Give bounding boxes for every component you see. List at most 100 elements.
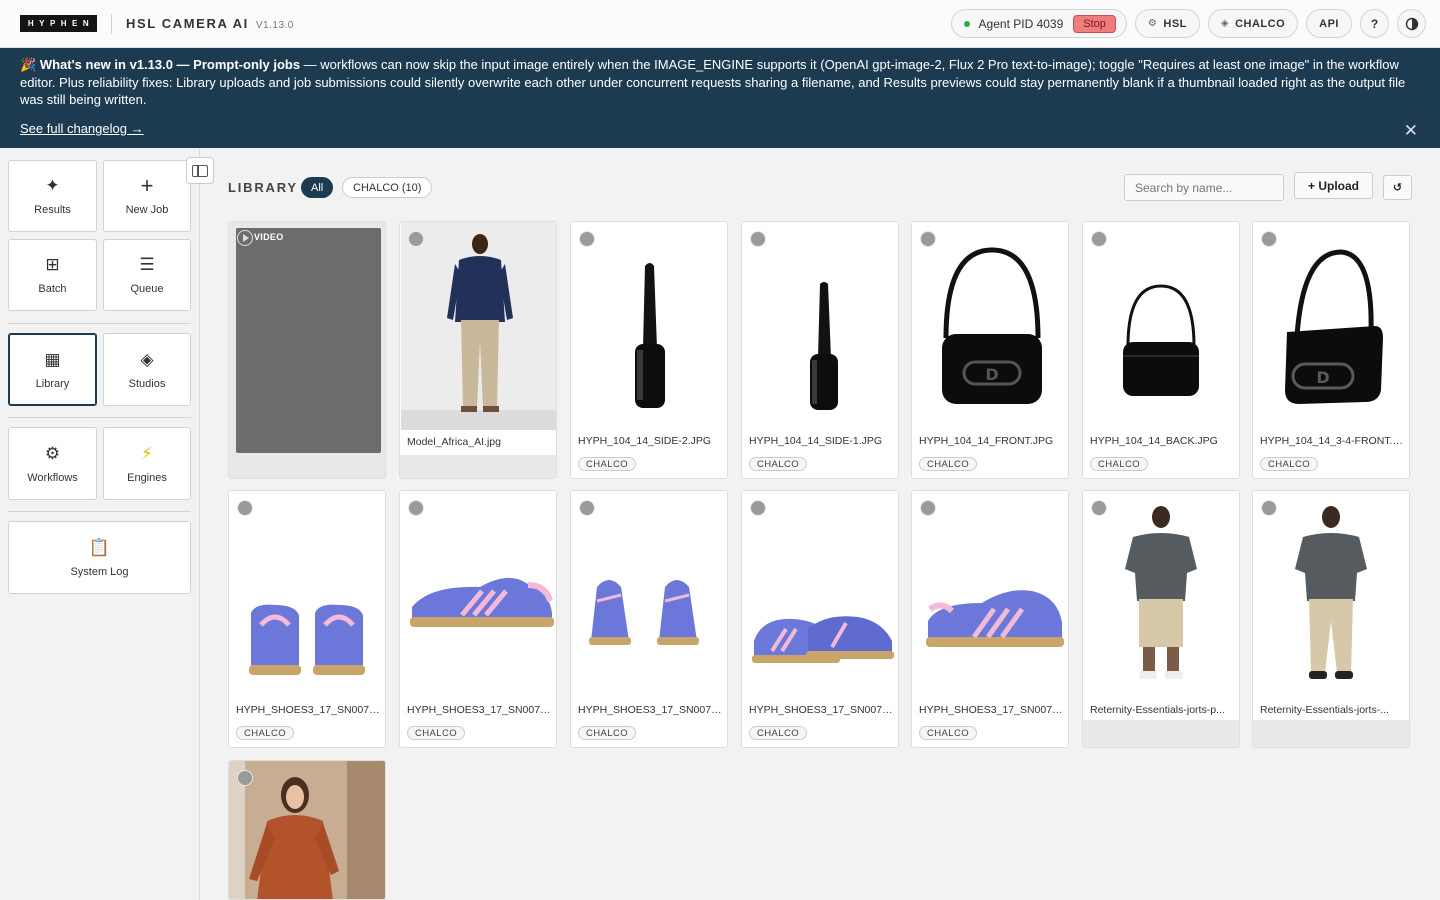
party-icon: 🎉: [20, 57, 37, 72]
library-card[interactable]: HYPH_SHOES3_17_SN0074... CHALCO: [911, 490, 1069, 748]
svg-text:D: D: [985, 365, 998, 384]
library-card[interactable]: HYPH_SHOES3_17_SN0074... CHALCO: [570, 490, 728, 748]
library-card[interactable]: [228, 760, 386, 900]
file-name: HYPH_SHOES3_17_SN0074...: [578, 704, 723, 716]
nav-divider: [8, 511, 191, 512]
top-bar: HYPHEN HSL CAMERA AI V1.13.0 Agent PID 40…: [0, 0, 1440, 48]
select-checkbox[interactable]: [920, 231, 936, 247]
select-checkbox[interactable]: [408, 231, 424, 247]
library-card[interactable]: VIDEO: [228, 221, 386, 479]
whats-new-banner: 🎉 What's new in v1.13.0 — Prompt-only jo…: [0, 48, 1440, 148]
select-checkbox[interactable]: [750, 231, 766, 247]
filter-chalco-chip[interactable]: CHALCO (10): [342, 177, 433, 198]
file-name: Reternity-Essentials-jorts-p...: [1090, 704, 1225, 716]
agent-status-pill: Agent PID 4039 Stop: [950, 9, 1127, 38]
thumbnail: [571, 222, 727, 430]
help-button[interactable]: ?: [1360, 9, 1389, 38]
nav-workflows[interactable]: ⚙ Workflows: [8, 427, 97, 500]
select-checkbox[interactable]: [237, 500, 253, 516]
close-icon[interactable]: ✕: [1404, 121, 1418, 141]
select-checkbox[interactable]: [579, 231, 595, 247]
nav-new-job[interactable]: + New Job: [103, 160, 191, 232]
workspace-tag: CHALCO: [1260, 457, 1318, 471]
thumbnail: D: [1253, 222, 1409, 430]
library-card[interactable]: D HYPH_104_14_3-4-FRONT.JPG CHALCO: [1252, 221, 1410, 479]
library-card[interactable]: Reternity-Essentials-jorts-...: [1252, 490, 1410, 748]
select-checkbox[interactable]: [408, 500, 424, 516]
bag-back-image: [1123, 284, 1199, 396]
file-name: Reternity-Essentials-jorts-...: [1260, 704, 1389, 716]
bag-side-image: [810, 282, 838, 410]
select-checkbox[interactable]: [237, 770, 253, 786]
api-pill[interactable]: API: [1306, 9, 1352, 38]
nav-engines[interactable]: ⚡ Engines: [103, 427, 191, 500]
banner-text: 🎉 What's new in v1.13.0 — Prompt-only jo…: [20, 56, 1420, 109]
thumbnail: [571, 491, 727, 699]
select-checkbox[interactable]: [920, 500, 936, 516]
play-icon: [237, 230, 253, 246]
library-card[interactable]: HYPH_SHOES3_17_SN0074... CHALCO: [228, 490, 386, 748]
diamond-icon: ◈: [1220, 18, 1230, 29]
workspace-tag: CHALCO: [578, 726, 636, 740]
nav-label: System Log: [70, 565, 129, 578]
man-tee-image: [1295, 506, 1367, 679]
nav-divider: [8, 323, 191, 324]
library-card[interactable]: Model_Africa_AI.jpg: [399, 221, 557, 479]
plus-icon: +: [140, 173, 154, 198]
nav-system-log[interactable]: 📋 System Log: [8, 521, 191, 594]
file-name: Model_Africa_AI.jpg: [407, 436, 501, 448]
nav-label: Results: [34, 204, 71, 216]
theme-toggle-button[interactable]: [1397, 9, 1426, 38]
agent-status-text: Agent PID 4039: [978, 16, 1064, 31]
library-card[interactable]: HYPH_SHOES3_17_SN0074... CHALCO: [741, 490, 899, 748]
library-card[interactable]: HYPH_104_14_SIDE-2.JPG CHALCO: [570, 221, 728, 479]
thumbnail: [742, 222, 898, 430]
workspace-tag: CHALCO: [236, 726, 294, 740]
file-name: HYPH_SHOES3_17_SN0074...: [407, 704, 552, 716]
hyphen-logo[interactable]: HYPHEN: [20, 15, 97, 32]
select-checkbox[interactable]: [579, 500, 595, 516]
nav-label: Studios: [128, 377, 166, 390]
sparkle-icon: ✦: [45, 176, 60, 195]
shoe-side-image: [410, 577, 554, 627]
model-man-image: [401, 222, 556, 430]
stop-agent-button[interactable]: Stop: [1073, 14, 1116, 33]
grid-icon: ⊞: [45, 255, 60, 274]
select-checkbox[interactable]: [750, 500, 766, 516]
select-checkbox[interactable]: [1091, 500, 1107, 516]
library-card[interactable]: Reternity-Essentials-jorts-p...: [1082, 490, 1240, 748]
app-name: HSL CAMERA AI: [126, 16, 249, 31]
collapse-sidebar-button[interactable]: [186, 157, 214, 184]
search-input[interactable]: [1124, 174, 1284, 201]
thumbnail: [742, 491, 898, 699]
top-right-controls: Agent PID 4039 Stop ⚙ HSL ◈ CHALCO API ?: [950, 9, 1426, 38]
library-grid-icon: ▦: [44, 349, 61, 369]
select-checkbox[interactable]: [1091, 231, 1107, 247]
nav-library[interactable]: ▦ Library: [8, 333, 97, 406]
workspace-tag: CHALCO: [749, 726, 807, 740]
nav-batch[interactable]: ⊞ Batch: [8, 239, 97, 311]
library-card[interactable]: HYPH_104_14_SIDE-1.JPG CHALCO: [741, 221, 899, 479]
chalco-label: CHALCO: [1235, 17, 1286, 30]
nav-results[interactable]: ✦ Results: [8, 160, 97, 232]
library-card[interactable]: HYPH_104_14_BACK.JPG CHALCO: [1082, 221, 1240, 479]
thumbnail: [229, 761, 385, 899]
nav-studios[interactable]: ◈ Studios: [103, 333, 191, 406]
upload-button[interactable]: + Upload: [1294, 172, 1373, 199]
refresh-button[interactable]: ↺: [1383, 175, 1412, 200]
shoes-front-image: [589, 580, 699, 645]
filter-all-chip[interactable]: All: [301, 177, 334, 198]
workspace-tag: CHALCO: [578, 457, 636, 471]
chalco-workspace-pill[interactable]: ◈ CHALCO: [1207, 9, 1299, 38]
file-name: HYPH_104_14_FRONT.JPG: [919, 435, 1054, 447]
nav-queue[interactable]: ☰ Queue: [103, 239, 191, 311]
hsl-label: HSL: [1163, 17, 1187, 30]
library-card[interactable]: HYPH_SHOES3_17_SN0074... CHALCO: [399, 490, 557, 748]
select-checkbox[interactable]: [1261, 231, 1277, 247]
hsl-workspace-pill[interactable]: ⚙ HSL: [1134, 9, 1200, 38]
changelog-link[interactable]: See full changelog →: [20, 121, 144, 136]
library-card[interactable]: D HYPH_104_14_FRONT.JPG CHALCO: [911, 221, 1069, 479]
woman-dress-image: [229, 761, 385, 899]
workspace-tag: CHALCO: [749, 457, 807, 471]
select-checkbox[interactable]: [1261, 500, 1277, 516]
